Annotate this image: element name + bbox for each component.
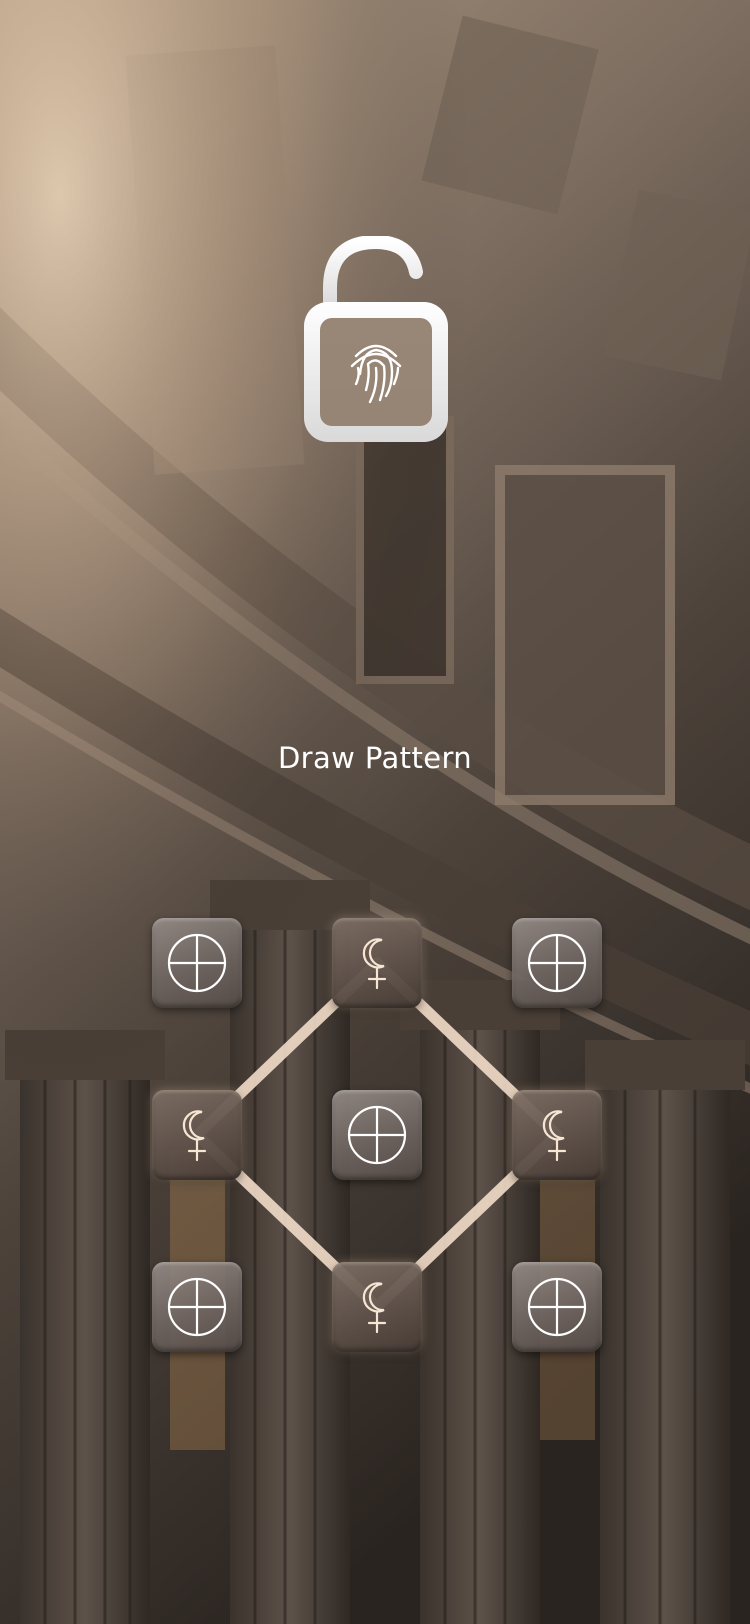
crosshair-circle-icon (167, 1277, 227, 1337)
pattern-node-9[interactable] (512, 1262, 602, 1352)
crosshair-circle-icon (527, 933, 587, 993)
pattern-node-8[interactable] (332, 1262, 422, 1352)
page-title: Draw Pattern (277, 741, 473, 775)
moon-venus-symbol-icon (182, 1110, 207, 1162)
crosshair-circle-icon (527, 1277, 587, 1337)
pattern-node-4[interactable] (152, 1090, 242, 1180)
crosshair-circle-icon (347, 1105, 407, 1165)
pattern-node-6[interactable] (512, 1090, 602, 1180)
pattern-node-5[interactable] (332, 1090, 422, 1180)
moon-venus-symbol-icon (362, 1282, 387, 1334)
pattern-node-2[interactable] (332, 918, 422, 1008)
unlocked-padlock-fingerprint-icon (304, 236, 448, 442)
moon-venus-symbol-icon (362, 938, 387, 990)
pattern-node-3[interactable] (512, 918, 602, 1008)
moon-venus-symbol-icon (542, 1110, 567, 1162)
pattern-node-7[interactable] (152, 1262, 242, 1352)
crosshair-circle-icon (167, 933, 227, 993)
pattern-node-1[interactable] (152, 918, 242, 1008)
